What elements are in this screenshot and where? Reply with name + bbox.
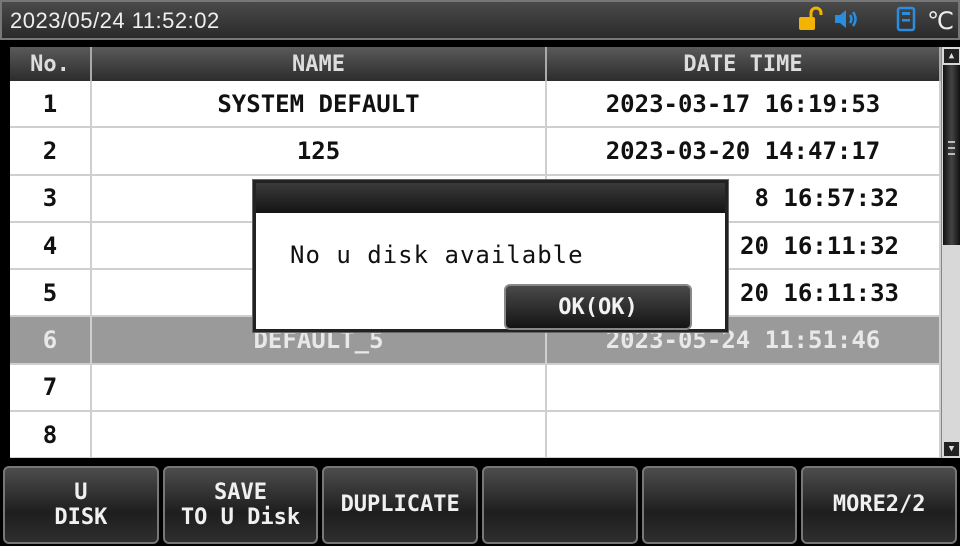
- table-header: No. NAME DATE TIME: [10, 47, 941, 81]
- cell-datetime: [547, 412, 941, 458]
- alert-dialog: No u disk available OK(OK): [252, 179, 729, 333]
- table-row[interactable]: 7: [10, 364, 941, 413]
- softkey-label-line1: U: [74, 479, 88, 505]
- scroll-up-arrow-icon[interactable]: ▲: [944, 49, 959, 63]
- softkey-label-line2: DISK: [54, 505, 108, 530]
- dialog-titlebar: [256, 183, 725, 213]
- table-row[interactable]: 2 125 2023-03-20 14:47:17: [10, 128, 941, 176]
- softkey-empty-4[interactable]: [482, 466, 638, 544]
- header-no[interactable]: No.: [10, 47, 92, 81]
- softkey-bar: U DISK SAVE TO U Disk DUPLICATE MORE2/2: [0, 464, 960, 546]
- scroll-down-arrow-icon[interactable]: ▼: [944, 442, 959, 456]
- cell-datetime: 2023-03-20 14:47:17: [547, 128, 941, 174]
- status-bar: 2023/05/24 11:52:02 ℃: [0, 0, 960, 40]
- more-button[interactable]: MORE2/2: [801, 466, 958, 544]
- cell-datetime: [547, 364, 941, 411]
- softkey-label-line2: TO U Disk: [180, 505, 301, 530]
- cell-no: 5: [10, 270, 92, 316]
- table-row[interactable]: 8: [10, 412, 941, 458]
- cell-no: 8: [10, 412, 92, 458]
- cell-no: 2: [10, 128, 92, 174]
- usb-device-icon: [895, 6, 917, 36]
- cell-no: 7: [10, 364, 92, 411]
- cell-no: 6: [10, 317, 92, 363]
- ok-button[interactable]: OK(OK): [504, 284, 692, 330]
- status-icons: ℃: [797, 6, 954, 36]
- header-name[interactable]: NAME: [92, 47, 547, 81]
- cell-name: 125: [92, 128, 547, 174]
- cell-name: [92, 364, 547, 411]
- softkey-label-line1: DUPLICATE: [340, 492, 460, 518]
- status-datetime: 2023/05/24 11:52:02: [10, 8, 220, 33]
- table-scrollbar[interactable]: ▲ ▼: [941, 47, 960, 458]
- cell-datetime: 2023-03-17 16:19:53: [547, 81, 941, 127]
- unlock-icon[interactable]: [797, 6, 823, 36]
- celsius-icon: ℃: [927, 7, 954, 35]
- cell-name: [92, 412, 547, 458]
- header-datetime[interactable]: DATE TIME: [547, 47, 941, 81]
- softkey-label-line1: MORE2/2: [832, 492, 926, 518]
- table-row[interactable]: 1 SYSTEM DEFAULT 2023-03-17 16:19:53: [10, 81, 941, 129]
- duplicate-button[interactable]: DUPLICATE: [322, 466, 479, 544]
- save-to-u-disk-button[interactable]: SAVE TO U Disk: [162, 466, 319, 544]
- cell-no: 1: [10, 81, 92, 127]
- softkey-empty-5[interactable]: [641, 466, 798, 544]
- u-disk-button[interactable]: U DISK: [3, 466, 159, 544]
- softkey-label-line1: SAVE: [214, 479, 267, 505]
- cell-no: 3: [10, 175, 92, 221]
- dialog-message: No u disk available: [290, 241, 584, 269]
- scrollbar-thumb[interactable]: [943, 65, 960, 245]
- cell-no: 4: [10, 222, 92, 269]
- cell-name: SYSTEM DEFAULT: [92, 81, 547, 127]
- speaker-icon[interactable]: [833, 7, 861, 35]
